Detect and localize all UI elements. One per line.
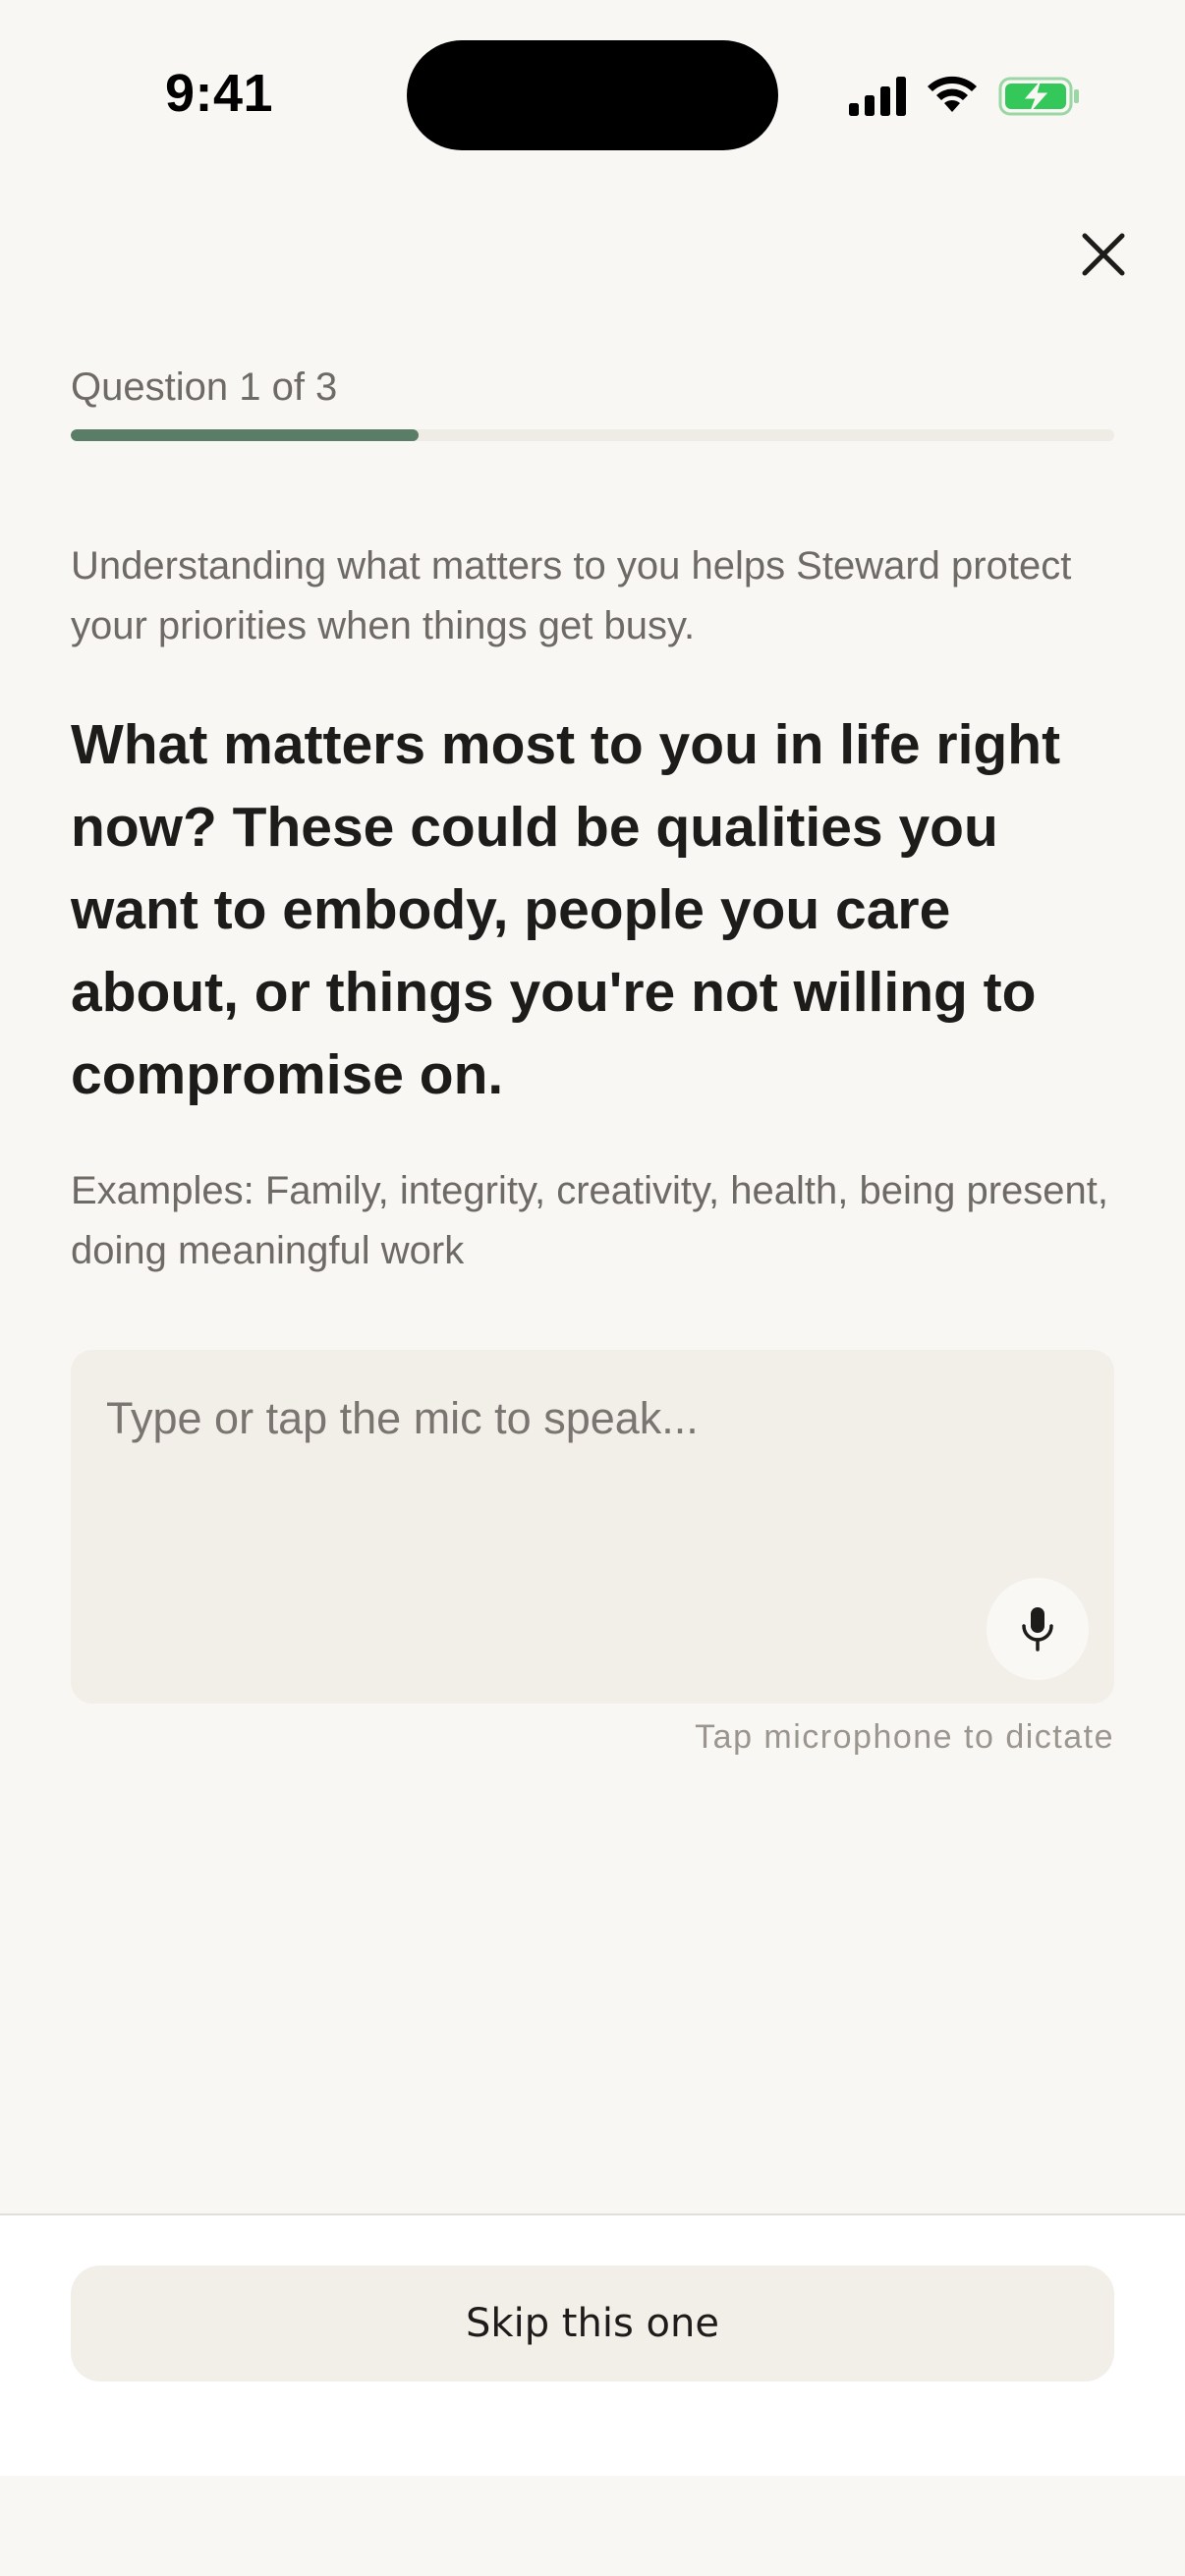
onboarding-question-screen: 9:41 Question 1 of 3 Understanding what … (0, 0, 1185, 2576)
answer-input[interactable] (106, 1393, 990, 1590)
mic-button[interactable] (987, 1578, 1089, 1680)
status-bar: 9:41 (0, 0, 1185, 157)
progress-bar (71, 429, 1114, 441)
answer-box (71, 1350, 1114, 1704)
signal-icon (849, 77, 906, 116)
wifi-icon (928, 76, 977, 112)
microphone-icon (1022, 1607, 1053, 1652)
skip-button[interactable]: Skip this one (71, 2266, 1114, 2381)
question-heading: What matters most to you in life right n… (71, 713, 1061, 1106)
mic-hint-text: Tap microphone to dictate (695, 1718, 1114, 1756)
battery-charging-icon (998, 77, 1079, 116)
close-button[interactable] (1065, 216, 1142, 293)
progress-label: Question 1 of 3 (71, 365, 338, 409)
progress-bar-fill (71, 429, 419, 441)
close-icon (1082, 233, 1125, 276)
examples-text: Examples: Family, integrity, creativity,… (71, 1169, 1108, 1272)
bottom-action-bar: Skip this one (0, 2213, 1185, 2476)
intro-text: Understanding what matters to you helps … (71, 544, 1072, 647)
dynamic-island (407, 40, 778, 150)
status-time: 9:41 (165, 64, 274, 123)
